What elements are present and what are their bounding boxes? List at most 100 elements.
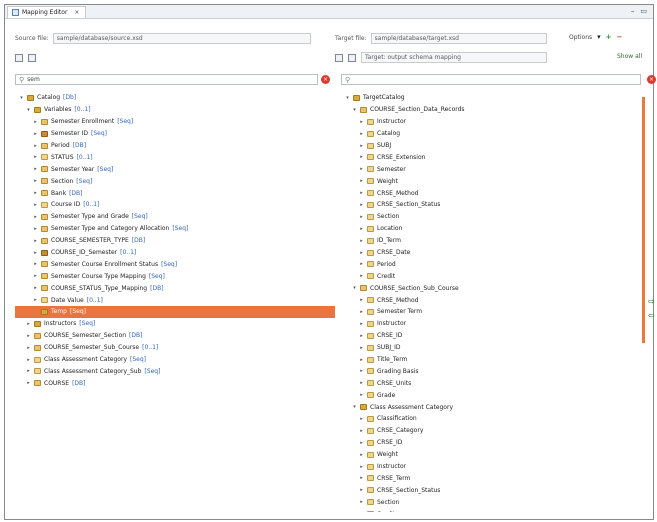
tree-row[interactable]: ▸ COURSE_STATUS_Type_Mapping [DB] bbox=[15, 282, 335, 294]
tree-row[interactable]: ▾ TargetCatalog bbox=[341, 92, 641, 104]
collapse-all-icon[interactable] bbox=[335, 53, 343, 62]
tree-row[interactable]: ▾ COURSE_Section_Sub_Course bbox=[341, 282, 641, 294]
tree-row[interactable]: Temp [Seq] bbox=[15, 306, 335, 318]
tree-row[interactable]: ▸ CRSE_Units bbox=[341, 377, 641, 389]
chevron-down-icon[interactable]: ▾ bbox=[352, 107, 357, 113]
tree-row[interactable]: ▸ COURSE_ID_Semester [0..1] bbox=[15, 247, 335, 259]
target-file-field[interactable]: sample/database/target.xsd bbox=[370, 32, 547, 44]
chevron-right-icon[interactable]: ▸ bbox=[359, 261, 364, 267]
chevron-right-icon[interactable]: ▸ bbox=[33, 285, 38, 291]
tree-row[interactable]: ▸ Semester Course Type Mapping [Seq] bbox=[15, 270, 335, 282]
tree-row[interactable]: ▸ Instructor bbox=[341, 318, 641, 330]
tree-row[interactable]: ▸ SUBJ bbox=[341, 140, 641, 152]
tree-row[interactable]: ▸ Weight bbox=[341, 175, 641, 187]
chevron-right-icon[interactable]: ▸ bbox=[26, 368, 31, 374]
chevron-down-icon[interactable]: ▾ bbox=[597, 33, 601, 41]
tree-row[interactable]: ▸ CRSE_ID bbox=[341, 330, 641, 342]
tree-row[interactable]: ▸ CRSE_Section_Status bbox=[341, 199, 641, 211]
chevron-right-icon[interactable]: ▸ bbox=[359, 321, 364, 327]
tree-row[interactable]: ▸ Grade bbox=[341, 389, 641, 401]
chevron-right-icon[interactable]: ▸ bbox=[359, 368, 364, 374]
chevron-right-icon[interactable]: ▸ bbox=[26, 380, 31, 386]
chevron-right-icon[interactable]: ▸ bbox=[26, 333, 31, 339]
chevron-right-icon[interactable]: ▸ bbox=[359, 357, 364, 363]
tree-row[interactable]: ▸ Classification bbox=[341, 413, 641, 425]
tree-row[interactable]: ▸ Semester Type and Category Allocation [S… bbox=[15, 223, 335, 235]
source-search[interactable]: ⚲ sem bbox=[15, 74, 318, 85]
chevron-right-icon[interactable]: ▸ bbox=[33, 143, 38, 149]
clear-source-search-icon[interactable]: × bbox=[321, 75, 330, 84]
tree-row[interactable]: ▸ COURSE_Semester_Section [DB] bbox=[15, 330, 335, 342]
tree-row[interactable]: ▾ Catalog [Db] bbox=[15, 92, 335, 104]
chevron-right-icon[interactable]: ▸ bbox=[33, 238, 38, 244]
chevron-right-icon[interactable]: ▸ bbox=[359, 499, 364, 505]
expand-all-icon[interactable] bbox=[348, 53, 356, 62]
tree-row[interactable]: ▸ Instructor bbox=[341, 116, 641, 128]
tree-row[interactable]: ▾ Variables [0..1] bbox=[15, 104, 335, 116]
tree-row[interactable]: ▸ Class Assessment Category_Sub [Seq] bbox=[15, 365, 335, 377]
chevron-right-icon[interactable]: ▸ bbox=[359, 238, 364, 244]
chevron-right-icon[interactable]: ▸ bbox=[26, 345, 31, 351]
chevron-right-icon[interactable]: ▸ bbox=[359, 428, 364, 434]
tree-row[interactable]: ▸ Semester ID [Seq] bbox=[15, 128, 335, 140]
tree-row[interactable]: ▸ Instructors [Seq] bbox=[15, 318, 335, 330]
add-mapping-button[interactable]: + bbox=[606, 33, 612, 41]
chevron-right-icon[interactable]: ▸ bbox=[359, 511, 364, 512]
chevron-right-icon[interactable]: ▸ bbox=[359, 309, 364, 315]
chevron-right-icon[interactable]: ▸ bbox=[359, 475, 364, 481]
maximize-icon[interactable]: ▭ bbox=[640, 7, 647, 15]
tree-row[interactable]: ▸ Section bbox=[341, 211, 641, 223]
chevron-right-icon[interactable]: ▸ bbox=[26, 321, 31, 327]
chevron-right-icon[interactable]: ▸ bbox=[359, 154, 364, 160]
tree-row[interactable]: ▸ Credit bbox=[341, 508, 641, 512]
chevron-right-icon[interactable]: ▸ bbox=[359, 273, 364, 279]
chevron-right-icon[interactable]: ▸ bbox=[359, 166, 364, 172]
tree-row[interactable]: ▸ Grading Basis bbox=[341, 365, 641, 377]
chevron-right-icon[interactable]: ▸ bbox=[33, 250, 38, 256]
collapse-all-icon[interactable] bbox=[15, 53, 23, 62]
options-dropdown[interactable]: Options bbox=[569, 34, 592, 41]
chevron-right-icon[interactable]: ▸ bbox=[33, 202, 38, 208]
chevron-right-icon[interactable]: ▸ bbox=[359, 226, 364, 232]
chevron-right-icon[interactable]: ▸ bbox=[359, 345, 364, 351]
tree-row[interactable]: ▸ COURSE [DB] bbox=[15, 377, 335, 389]
target-search[interactable]: ⚲ bbox=[341, 74, 641, 85]
tree-row[interactable]: ▸ Period [DB] bbox=[15, 140, 335, 152]
tree-row[interactable]: ▸ CRSE_ID bbox=[341, 437, 641, 449]
chevron-right-icon[interactable]: ▸ bbox=[359, 333, 364, 339]
tree-row[interactable]: ▸ CRSE_Term bbox=[341, 473, 641, 485]
tree-row[interactable]: ▸ Course ID [0..1] bbox=[15, 199, 335, 211]
chevron-right-icon[interactable]: ▸ bbox=[359, 131, 364, 137]
chevron-right-icon[interactable]: ▸ bbox=[359, 143, 364, 149]
chevron-right-icon[interactable]: ▸ bbox=[33, 178, 38, 184]
tree-row[interactable]: ▸ Weight bbox=[341, 449, 641, 461]
tree-row[interactable]: ▸ Semester Course Enrollment Status [Seq] bbox=[15, 258, 335, 270]
tree-row[interactable]: ▸ COURSE_Semester_Sub_Course [0..1] bbox=[15, 342, 335, 354]
tree-row[interactable]: ▸ STATUS [0..1] bbox=[15, 151, 335, 163]
chevron-right-icon[interactable]: ▸ bbox=[33, 226, 38, 232]
close-icon[interactable]: × bbox=[74, 9, 79, 16]
chevron-down-icon[interactable]: ▾ bbox=[352, 285, 357, 291]
chevron-right-icon[interactable]: ▸ bbox=[359, 214, 364, 220]
chevron-right-icon[interactable]: ▸ bbox=[359, 464, 364, 470]
tree-row[interactable]: ▸ Bank [DB] bbox=[15, 187, 335, 199]
tree-row[interactable]: ▸ Catalog bbox=[341, 128, 641, 140]
remove-mapping-button[interactable]: − bbox=[617, 33, 623, 41]
tree-row[interactable]: ▸ Location bbox=[341, 223, 641, 235]
tree-row[interactable]: ▸ CRSE_Date bbox=[341, 247, 641, 259]
chevron-right-icon[interactable]: ▸ bbox=[33, 297, 38, 303]
tree-row[interactable]: ▸ SUBJ_ID bbox=[341, 342, 641, 354]
chevron-right-icon[interactable]: ▸ bbox=[33, 154, 38, 160]
tree-row[interactable]: ▾ Class Assessment Category bbox=[341, 401, 641, 413]
chevron-right-icon[interactable]: ▸ bbox=[33, 131, 38, 137]
tree-row[interactable]: ▸ Title_Term bbox=[341, 354, 641, 366]
chevron-right-icon[interactable]: ▸ bbox=[359, 250, 364, 256]
tree-row[interactable]: ▸ Semester Term bbox=[341, 306, 641, 318]
chevron-right-icon[interactable]: ▸ bbox=[359, 452, 364, 458]
chevron-right-icon[interactable]: ▸ bbox=[33, 261, 38, 267]
tree-row[interactable]: ▸ Credit bbox=[341, 270, 641, 282]
tree-row[interactable]: ▸ Section bbox=[341, 496, 641, 508]
tree-row[interactable]: ▸ Section [Seq] bbox=[15, 175, 335, 187]
chevron-down-icon[interactable]: ▾ bbox=[352, 404, 357, 410]
tree-row[interactable]: ▸ CRSE_Method bbox=[341, 187, 641, 199]
